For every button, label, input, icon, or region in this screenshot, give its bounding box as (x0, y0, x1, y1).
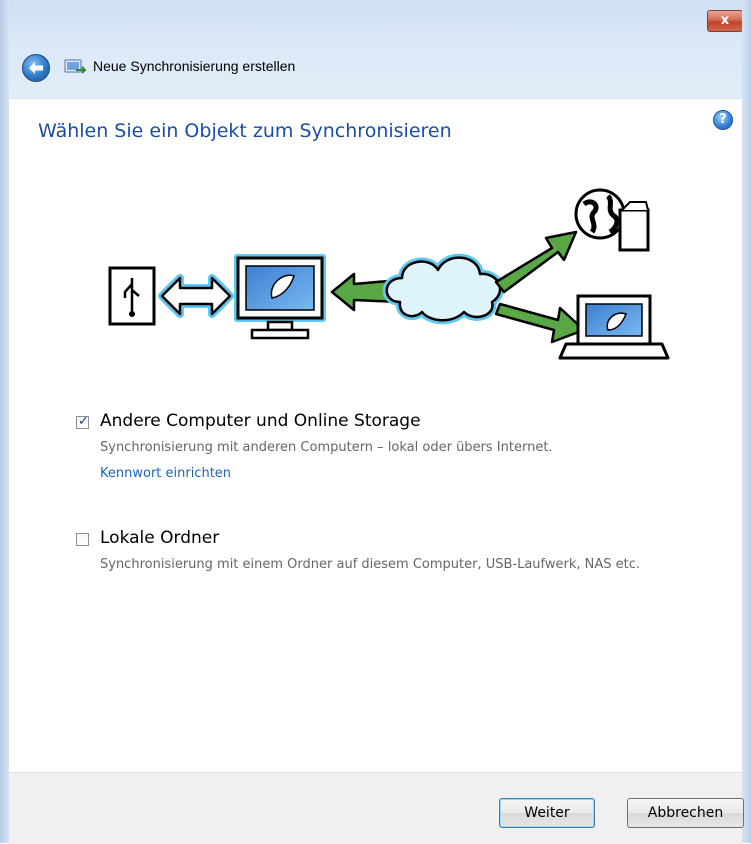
cloud-icon (382, 253, 504, 325)
online-storage-checkbox[interactable]: ✓ (76, 414, 89, 429)
checkmark-icon: ✓ (78, 414, 89, 429)
up-arrow-icon (494, 230, 578, 294)
close-icon[interactable]: x (708, 11, 742, 31)
back-button[interactable] (22, 54, 50, 82)
online-storage-description: Synchronisierung mit anderen Computern –… (100, 440, 553, 455)
help-button[interactable]: ? (713, 110, 733, 130)
globe-icon (574, 188, 650, 252)
usb-drive-icon (108, 266, 156, 326)
button-bar: Weiter Abbrechen (9, 772, 744, 844)
local-folders-checkbox[interactable] (76, 533, 89, 546)
sync-app-icon (64, 59, 86, 74)
local-folders-description: Synchronisierung mit einem Ordner auf di… (100, 557, 641, 572)
window-frame-left (0, 0, 9, 843)
sync-wizard-window: x Neue Synchronisierung erstellen ? Wähl… (0, 0, 751, 844)
online-storage-label[interactable]: Andere Computer und Online Storage (100, 411, 421, 431)
page-heading: Wählen Sie ein Objekt zum Synchronisiere… (38, 120, 452, 142)
title-bar: x Neue Synchronisierung erstellen (0, 0, 751, 98)
close-button[interactable]: x (707, 10, 743, 32)
monitor-icon (234, 254, 326, 340)
back-arrow-icon[interactable] (23, 55, 49, 81)
down-arrow-icon (494, 302, 586, 344)
sync-illustration (108, 188, 670, 360)
window-title: Neue Synchronisierung erstellen (93, 58, 296, 74)
set-password-link[interactable]: Kennwort einrichten (100, 466, 231, 481)
double-arrow-icon (158, 274, 234, 318)
help-icon[interactable]: ? (714, 111, 732, 129)
cancel-button[interactable]: Abbrechen (627, 798, 744, 828)
local-folders-label[interactable]: Lokale Ordner (100, 528, 219, 548)
next-button[interactable]: Weiter (499, 798, 595, 828)
window-frame-right (742, 0, 751, 843)
